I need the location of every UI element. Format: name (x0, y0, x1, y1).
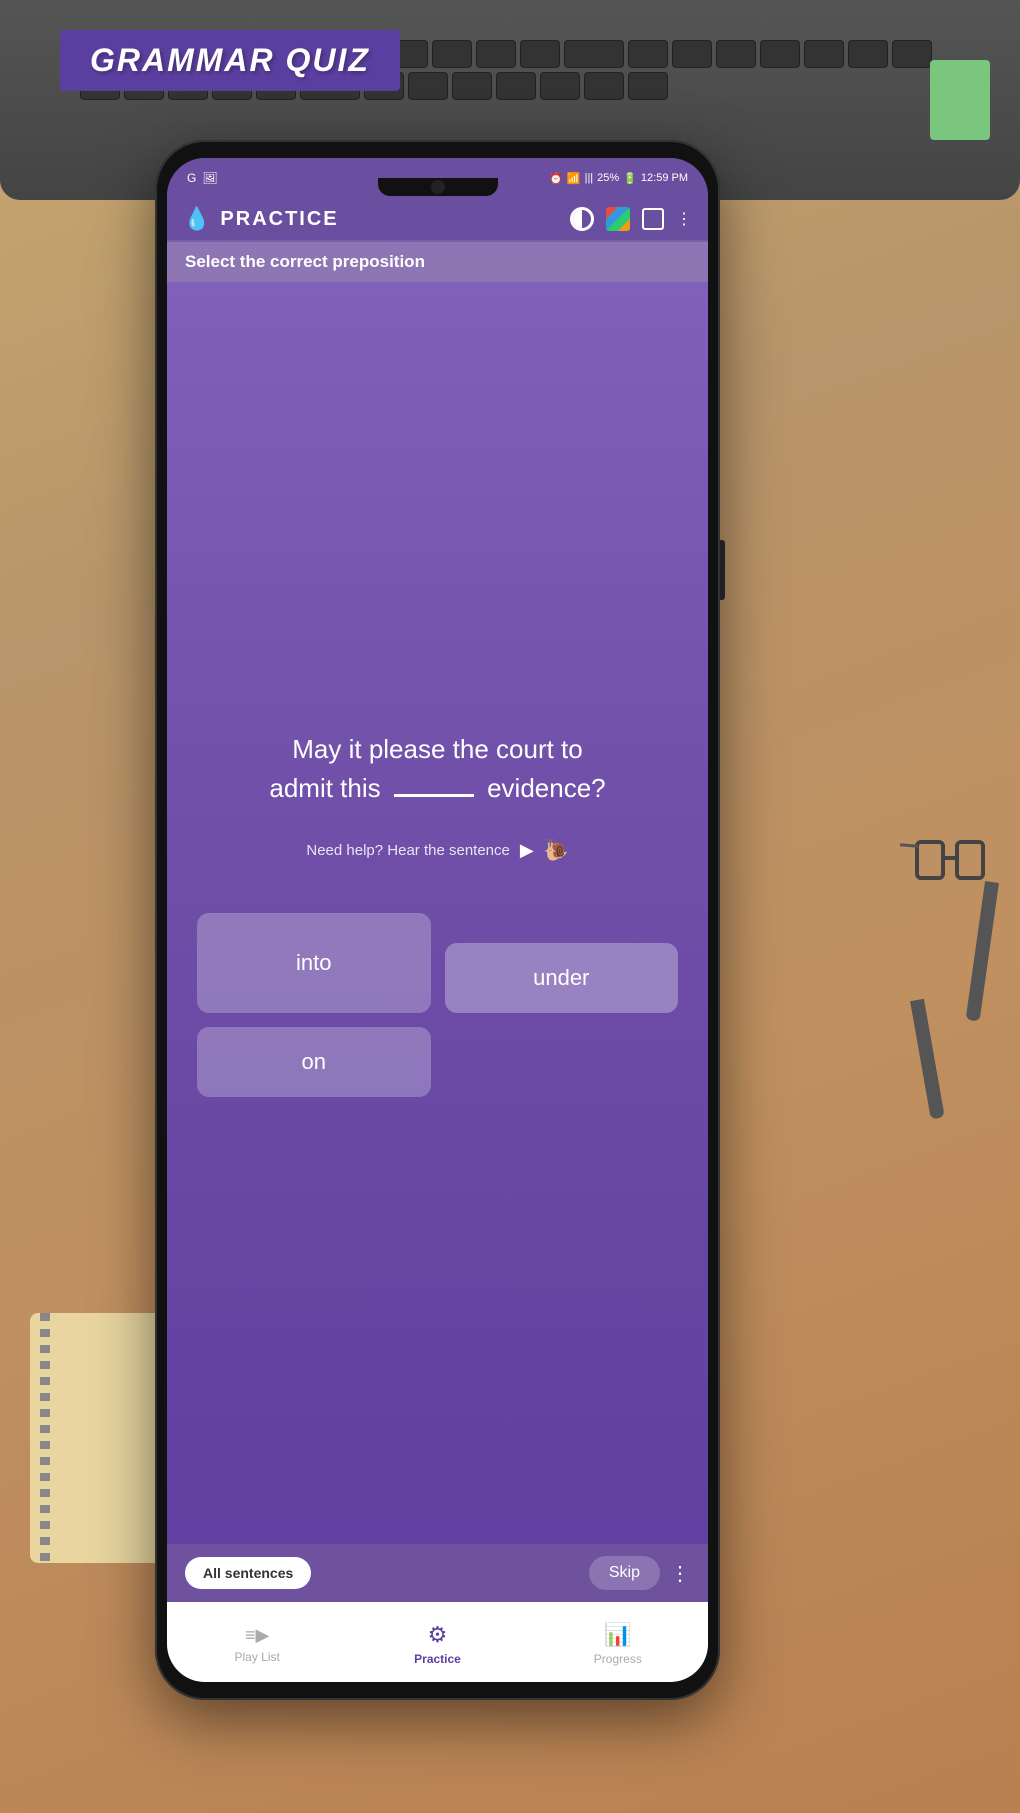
app-header: 💧 PRACTICE ⋮ (167, 198, 708, 242)
nav-practice[interactable]: ⚙ Practice (347, 1622, 527, 1666)
question-label: Select the correct preposition (167, 242, 708, 282)
header-right: ⋮ (570, 207, 692, 231)
slow-play-button[interactable]: 🐌 (544, 838, 569, 863)
playlist-icon: ≡▶ (245, 1625, 269, 1646)
quiz-banner-text: GRAMMAR QUIZ (90, 42, 370, 78)
playlist-label: Play List (234, 1650, 279, 1664)
clock: 12:59 PM (641, 172, 688, 184)
app-drop-icon: 💧 (183, 206, 210, 232)
glasses-decoration (910, 800, 990, 1000)
puzzle-icon[interactable] (606, 207, 630, 231)
all-sentences-button[interactable]: All sentences (185, 1557, 311, 1589)
battery-icon: 🔋 (623, 172, 637, 185)
phone-camera (431, 180, 445, 194)
hear-sentence-area: Need help? Hear the sentence ▶ 🐌 (306, 838, 568, 863)
battery-percent: 25% (597, 172, 619, 184)
phone-frame: G 🖼 ⏰ 📶 ||| 25% 🔋 12:59 PM 💧 PRACTICE (155, 140, 720, 1700)
status-left: G 🖼 (187, 171, 218, 185)
phone-screen: G 🖼 ⏰ 📶 ||| 25% 🔋 12:59 PM 💧 PRACTICE (167, 158, 708, 1682)
answer-under[interactable]: under (445, 943, 679, 1013)
signal-strength: ||| (585, 172, 594, 184)
more-options-button[interactable]: ⋮ (670, 1561, 690, 1586)
phone-side-button (720, 540, 725, 600)
g-icon: G (187, 171, 196, 185)
timer-icon[interactable] (570, 207, 594, 231)
screen-bottom: All sentences Skip ⋮ (167, 1544, 708, 1602)
nav-progress[interactable]: 📊 Progress (528, 1622, 708, 1666)
bottom-nav: ≡▶ Play List ⚙ Practice 📊 Progress (167, 1602, 708, 1682)
green-notebook (930, 60, 990, 140)
play-audio-button[interactable]: ▶ (520, 840, 534, 861)
progress-label: Progress (594, 1652, 642, 1666)
answer-into[interactable]: into (197, 913, 431, 1013)
practice-label: Practice (414, 1652, 461, 1666)
progress-icon: 📊 (604, 1622, 631, 1648)
blank-space (394, 794, 474, 797)
skip-button[interactable]: Skip (589, 1556, 660, 1590)
expand-icon[interactable] (642, 208, 664, 230)
wifi-icon: 📶 (567, 172, 581, 185)
answer-on[interactable]: on (197, 1027, 431, 1097)
practice-icon: ⚙ (428, 1622, 448, 1648)
main-content: May it please the court to admit this ev… (167, 282, 708, 1544)
skip-area: Skip ⋮ (589, 1556, 690, 1590)
status-right: ⏰ 📶 ||| 25% 🔋 12:59 PM (549, 172, 688, 185)
answers-grid: into under on (187, 913, 688, 1097)
more-menu-button[interactable]: ⋮ (676, 209, 692, 229)
alarm-icon: ⏰ (549, 172, 563, 185)
notepad-spiral (40, 1313, 50, 1563)
hear-sentence-text: Need help? Hear the sentence (306, 842, 509, 859)
nav-playlist[interactable]: ≡▶ Play List (167, 1625, 347, 1664)
quiz-banner: GRAMMAR QUIZ (60, 30, 400, 91)
question-text: May it please the court to admit this ev… (269, 730, 605, 808)
header-left: 💧 PRACTICE (183, 206, 339, 232)
app-title: PRACTICE (220, 208, 338, 231)
image-icon: 🖼 (202, 171, 217, 185)
